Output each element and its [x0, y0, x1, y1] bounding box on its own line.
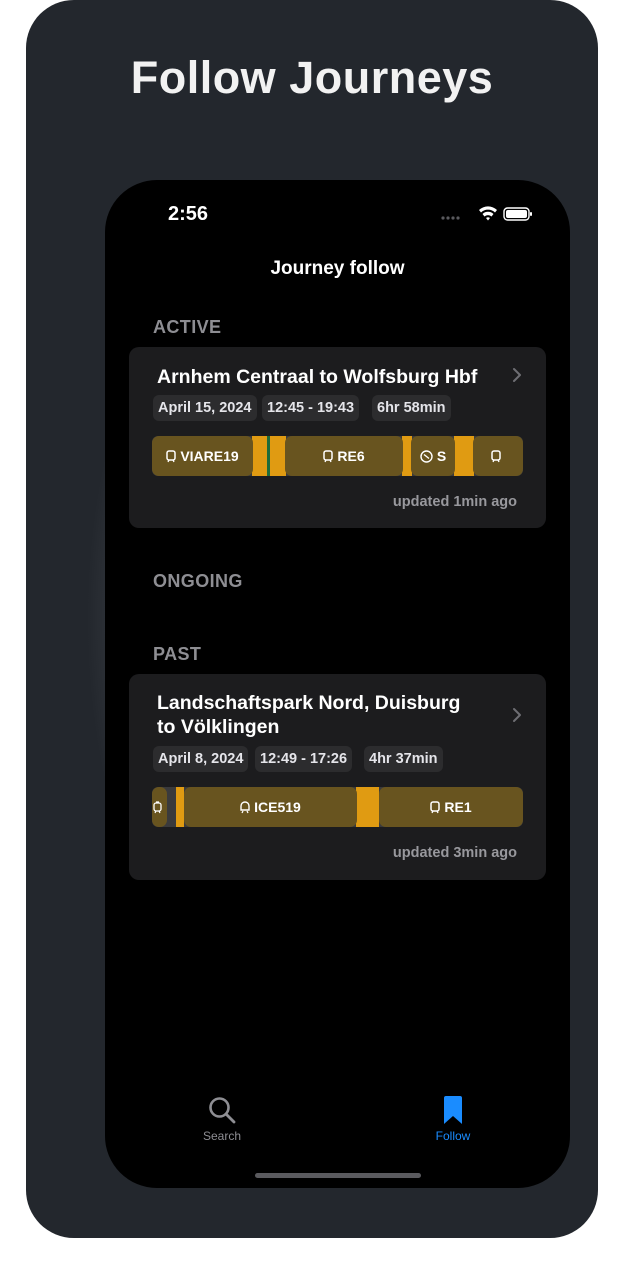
journey-card-active[interactable]: Arnhem Centraal to Wolfsburg Hbf April 1…	[129, 347, 546, 528]
highspeed-train-icon	[240, 800, 250, 814]
train-icon	[166, 449, 177, 463]
section-header-ongoing: ONGOING	[153, 571, 243, 591]
current-position-marker	[267, 436, 270, 476]
journey-card-past[interactable]: Landschaftspark Nord, Duisburg to Völkli…	[129, 674, 546, 880]
tab-label: Search	[202, 1129, 242, 1143]
section-header-past: PAST	[153, 644, 202, 664]
tab-label: Follow	[435, 1129, 471, 1143]
train-icon	[491, 449, 501, 463]
battery-icon	[503, 207, 532, 221]
leg-label: VIARE19	[180, 448, 239, 464]
train-icon	[323, 449, 334, 463]
phone-screen: 2:56 Journey follow ACTIVE Arnhem Centra…	[105, 180, 570, 1188]
journey-time-chip: 12:49 - 17:26	[255, 746, 353, 772]
journey-date-chip: April 8, 2024	[153, 746, 249, 772]
journey-duration-chip: 6hr 58min	[372, 395, 451, 421]
wifi-icon	[479, 206, 497, 221]
leg-label: ICE519	[254, 799, 301, 815]
tram-icon	[153, 800, 162, 814]
timeline-leg: VIARE19	[152, 436, 253, 476]
train-icon	[430, 800, 441, 814]
timeline-leg	[473, 436, 523, 476]
journey-timeline: ICE519 RE1	[152, 787, 523, 827]
leg-label: S	[436, 448, 447, 464]
timeline-leg: RE6	[285, 436, 403, 476]
journey-title-line1: Landschaftspark Nord, Duisburg	[157, 692, 461, 714]
tab-search[interactable]: Search	[182, 1095, 262, 1143]
updated-label: updated 3min ago	[392, 845, 517, 861]
timeline-transfer	[176, 787, 184, 827]
section-header-active: ACTIVE	[153, 317, 222, 337]
journey-date-chip: April 15, 2024	[153, 395, 257, 421]
timeline-transfer	[454, 436, 474, 476]
journey-duration-chip: 4hr 37min	[364, 746, 443, 772]
status-time: 2:56	[168, 203, 209, 225]
timeline-leg	[152, 787, 167, 827]
journey-timeline: VIARE19 RE6 S	[152, 436, 523, 476]
bookmark-icon	[442, 1095, 464, 1125]
journey-title: Arnhem Centraal to Wolfsburg Hbf	[157, 366, 478, 388]
journey-title-line2: to Völklingen	[157, 716, 280, 738]
leg-label: RE1	[444, 799, 472, 815]
leg-label: RE6	[337, 448, 365, 464]
signal-icon	[441, 216, 460, 220]
sbahn-icon	[420, 449, 433, 463]
nav-title: Journey follow	[270, 258, 405, 279]
timeline-leg: ICE519	[184, 787, 357, 827]
journey-time-chip: 12:45 - 19:43	[262, 395, 360, 421]
timeline-leg: S	[411, 436, 455, 476]
timeline-transfer	[356, 787, 379, 827]
search-icon	[207, 1095, 237, 1125]
promo-headline: Follow Journeys	[130, 52, 494, 103]
timeline-leg: RE1	[379, 787, 523, 827]
status-icons	[440, 206, 532, 222]
home-indicator	[255, 1173, 421, 1178]
chevron-right-icon	[512, 707, 522, 723]
chevron-right-icon	[512, 367, 522, 383]
tab-follow[interactable]: Follow	[413, 1095, 493, 1143]
updated-label: updated 1min ago	[392, 494, 517, 510]
promo-card: Follow Journeys 2:56 Journey follow ACTI…	[26, 0, 598, 1238]
